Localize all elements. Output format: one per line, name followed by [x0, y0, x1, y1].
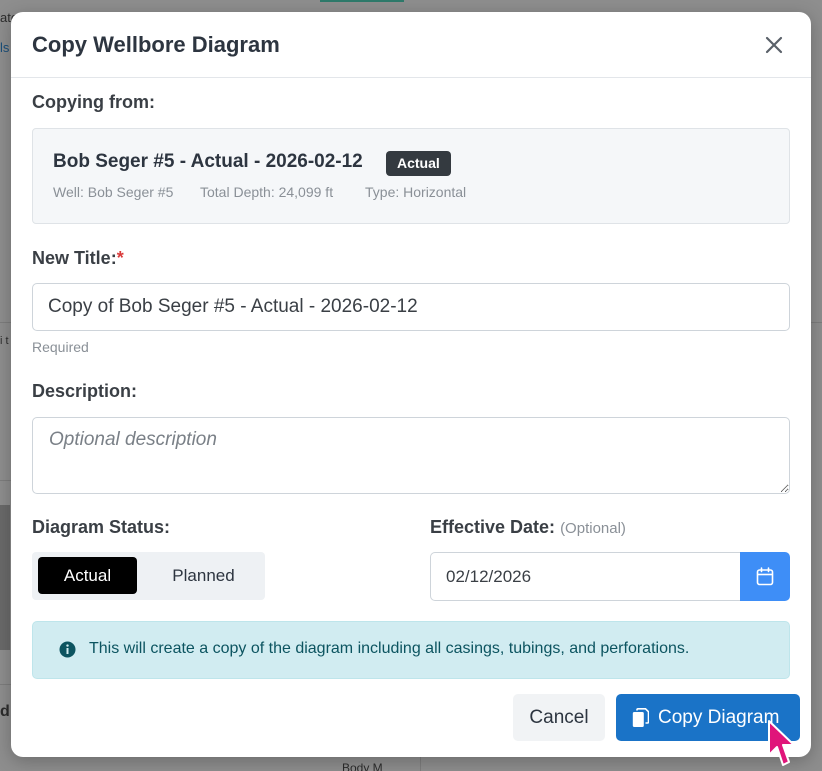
background-divider [420, 757, 421, 771]
modal-title: Copy Wellbore Diagram [32, 32, 280, 57]
info-circle-icon [59, 641, 76, 658]
calendar-icon [756, 567, 774, 586]
background-text-fragment: i t [0, 335, 9, 347]
source-diagram-card: Bob Seger #5 - Actual - 2026-02-12 Actua… [32, 128, 790, 224]
source-diagram-title: Bob Seger #5 - Actual - 2026-02-12 [53, 151, 363, 172]
cancel-button[interactable]: Cancel [513, 694, 605, 741]
source-type: Type: Horizontal [365, 184, 467, 200]
effective-date-input[interactable] [430, 552, 741, 601]
background-text-fragment: Body M [342, 761, 383, 771]
copy-icon [632, 707, 649, 728]
modal-header: Copy Wellbore Diagram [11, 12, 811, 78]
background-divider [0, 322, 11, 323]
source-well: Well: Bob Seger #5 [53, 184, 174, 200]
description-textarea[interactable] [32, 417, 790, 494]
background-divider [0, 684, 11, 685]
source-total-depth: Total Depth: 24,099 ft [200, 184, 334, 200]
background-diagram-fragment [0, 505, 10, 650]
diagram-status-toggle: Actual Planned [32, 552, 265, 600]
close-icon[interactable] [763, 34, 785, 56]
new-title-label: New Title:* [32, 248, 124, 269]
calendar-button[interactable] [740, 552, 790, 601]
status-option-actual[interactable]: Actual [38, 557, 137, 594]
copy-diagram-button[interactable]: Copy Diagram [616, 694, 800, 741]
effective-date-label: Effective Date: (Optional) [430, 517, 626, 538]
copy-diagram-label: Copy Diagram [658, 706, 780, 728]
status-badge: Actual [386, 151, 451, 176]
copy-diagram-modal: Copy Wellbore Diagram Copying from: Bob … [11, 12, 811, 757]
description-label: Description: [32, 381, 138, 401]
info-message: This will create a copy of the diagram i… [89, 640, 690, 657]
diagram-status-label: Diagram Status: [32, 517, 171, 537]
copying-from-label: Copying from: [32, 92, 155, 112]
new-title-label-text: New Title: [32, 248, 117, 268]
new-title-input[interactable] [32, 283, 790, 331]
optional-note: (Optional) [560, 520, 626, 537]
effective-date-label-text: Effective Date: [430, 517, 556, 537]
status-option-planned[interactable]: Planned [152, 557, 255, 594]
new-title-hint: Required [32, 339, 89, 355]
background-divider [0, 480, 11, 481]
background-tab-underline [320, 0, 404, 2]
required-marker: * [116, 248, 124, 268]
info-alert: This will create a copy of the diagram i… [32, 621, 790, 679]
background-link-fragment: ls [0, 40, 10, 55]
background-divider [811, 322, 822, 323]
